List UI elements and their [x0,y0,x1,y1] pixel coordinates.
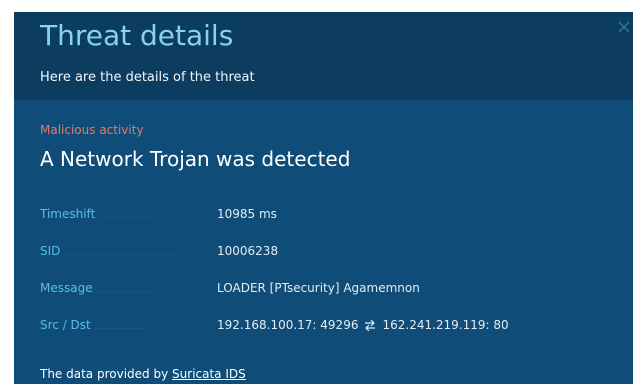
detail-value: 192.168.100.17: 49296 162.241.219.119: 80 [217,316,509,336]
detail-label: SID ............................. [40,244,177,258]
detail-row-timeshift: Timeshift ............... 10985 ms [40,205,620,223]
detail-value: LOADER [PTsecurity] Agamemnon [217,281,420,295]
detail-value: 10006238 [217,244,279,258]
dialog-header: Threat details Here are the details of t… [14,12,633,100]
threat-details-dialog: Threat details Here are the details of t… [14,12,633,384]
detail-row-sid: SID ............................. 100062… [40,242,620,260]
dialog-title: Threat details [40,19,234,52]
detail-value: 10985 ms [217,207,277,221]
source-address: 192.168.100.17: 49296 [217,318,359,332]
data-source-note: The data provided by Suricata IDS [40,366,246,382]
threat-name: A Network Trojan was detected [40,147,351,171]
close-icon [618,21,630,33]
close-button[interactable] [615,14,633,38]
detail-label: Src / Dst .............. [40,318,149,332]
swap-arrows-icon [364,318,376,336]
detail-label: Message .............. [40,281,151,295]
dialog-subtitle: Here are the details of the threat [40,70,255,85]
destination-address: 162.241.219.119: 80 [382,318,509,332]
detail-label: Timeshift ............... [40,207,158,221]
suricata-ids-link[interactable]: Suricata IDS [172,367,246,381]
detail-row-message: Message .............. LOADER [PTsecurit… [40,279,620,297]
threat-category: Malicious activity [40,123,144,137]
detail-row-src-dst: Src / Dst .............. 192.168.100.17:… [40,316,620,334]
footer-prefix: The data provided by [40,367,169,381]
